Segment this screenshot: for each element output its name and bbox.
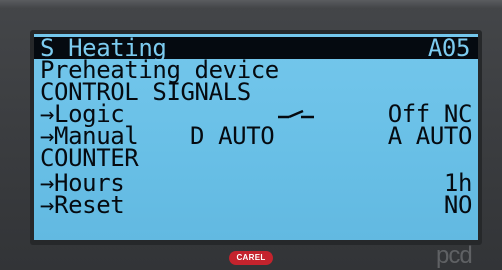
open-contact-switch-icon (278, 109, 314, 119)
reset-value: NO (443, 191, 473, 219)
manual-digital-value: D AUTO (190, 122, 275, 150)
carel-logo: CAREL (229, 251, 273, 265)
manual-analog-value: A AUTO (387, 122, 473, 150)
section-counter: COUNTER (40, 144, 139, 172)
screen-code: A05 (427, 34, 471, 62)
reset-row[interactable]: →Reset NO (40, 191, 473, 219)
bezel-top-edge (0, 0, 502, 8)
pcd-logo: pcd (436, 242, 473, 269)
counter-row: COUNTER (40, 144, 472, 172)
reset-label: →Reset (40, 191, 125, 219)
lcd-screen: S Heating A05 Preheating device CONTROL … (34, 34, 478, 240)
